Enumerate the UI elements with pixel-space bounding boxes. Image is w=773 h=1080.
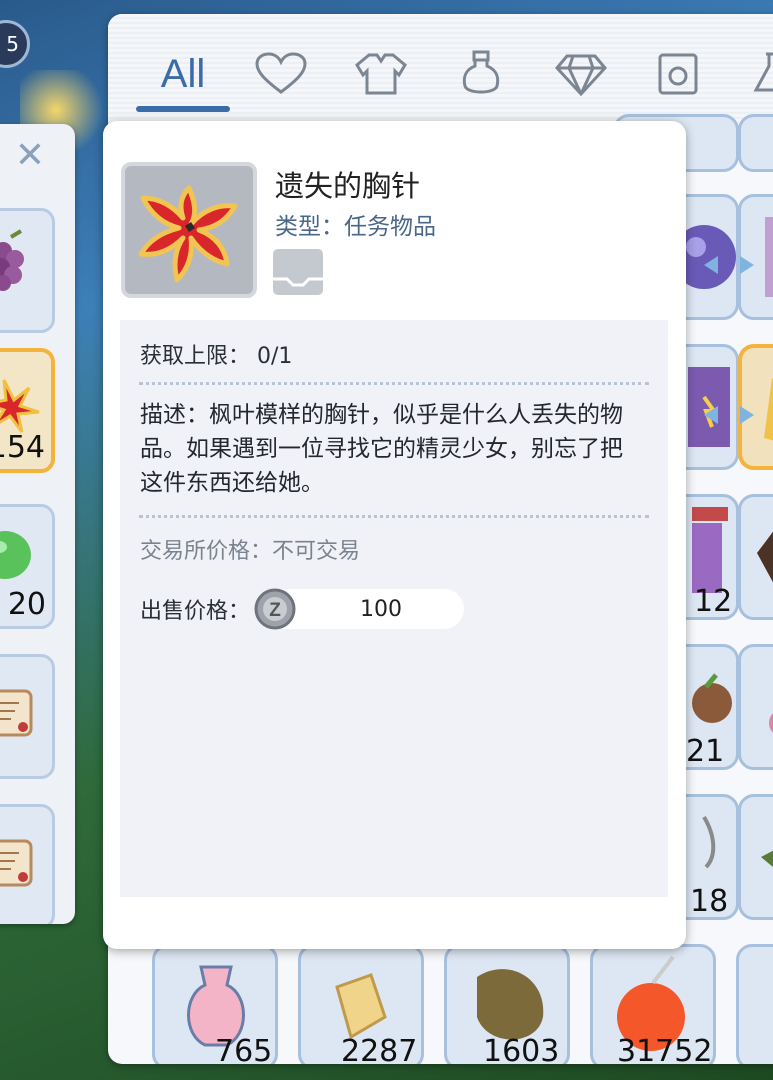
left-slot-scroll[interactable]	[0, 804, 55, 924]
tab-armor[interactable]	[353, 48, 409, 100]
scroll-icon	[0, 839, 33, 887]
inventory-slot[interactable]	[738, 114, 773, 172]
item-name: 遗失的胸针	[275, 169, 421, 203]
flask-icon	[753, 52, 773, 92]
item-detail-body: 获取上限： 0/1 描述：枫叶模样的胸针，似乎是什么人丢失的物品。如果遇到一位寻…	[120, 320, 668, 897]
level-badge: 5	[0, 20, 30, 68]
left-slot-jelly[interactable]: 20	[0, 504, 55, 629]
slot-count: 12	[694, 584, 733, 619]
sell-price-field: Z 100	[254, 588, 465, 630]
tab-active-indicator	[136, 106, 230, 112]
tab-all[interactable]: All	[148, 48, 218, 100]
scroll-left-icon[interactable]	[704, 406, 718, 424]
slot-count: 31752	[617, 1034, 713, 1064]
tab-card[interactable]	[653, 48, 703, 100]
slot-count: 18	[690, 884, 729, 919]
scroll-right-icon[interactable]	[740, 256, 754, 274]
card-icon	[658, 53, 698, 95]
tab-flask[interactable]	[748, 48, 773, 100]
item-detail-popup: 遗失的胸针 类型：任务物品 获取上限： 0/1 描述：枫叶模样的胸针，似乎是什么…	[103, 121, 686, 949]
svg-text:Z: Z	[269, 600, 281, 621]
chocolate-icon	[757, 531, 773, 583]
left-slot-scroll[interactable]	[0, 654, 55, 779]
item-type: 类型：任务物品	[275, 214, 436, 240]
tab-potion[interactable]	[453, 48, 509, 100]
inventory-slot[interactable]: 1603	[444, 944, 570, 1064]
slot-count: 1603	[483, 1034, 560, 1064]
item-icon-frame	[121, 162, 257, 298]
ring-icon	[769, 713, 773, 733]
exchange-price: 交易所价格：不可交易	[140, 539, 361, 564]
left-slot-grape[interactable]	[0, 208, 55, 333]
potion-icon	[462, 50, 500, 94]
armor-icon	[355, 53, 407, 95]
scroll-right-icon[interactable]	[740, 406, 754, 424]
heart-icon	[255, 52, 307, 94]
green-jelly-icon	[0, 531, 31, 579]
inventory-slot[interactable]: 2287	[298, 944, 424, 1064]
inventory-slot[interactable]: 765	[152, 944, 278, 1064]
slot-count: 20	[7, 587, 46, 622]
gem-icon	[555, 54, 607, 96]
slot-count: 2287	[341, 1034, 418, 1064]
inventory-slot[interactable]	[738, 494, 773, 620]
inventory-slot[interactable]	[738, 794, 773, 920]
inventory-slot[interactable]: 31752	[590, 944, 716, 1064]
tab-gem[interactable]	[551, 48, 611, 100]
left-slot-brooch[interactable]: 154	[0, 348, 55, 473]
divider	[139, 515, 649, 518]
zeny-coin-icon: Z	[254, 588, 296, 630]
close-icon[interactable]: ✕	[12, 138, 48, 174]
left-item-panel: ✕ 154 20	[0, 124, 75, 924]
scroll-icon	[0, 689, 33, 737]
tab-heart[interactable]	[253, 48, 309, 100]
item-description: 描述：枫叶模样的胸针，似乎是什么人丢失的物品。如果遇到一位寻找它的精灵少女，别忘…	[140, 402, 623, 496]
grape-icon	[0, 229, 24, 291]
storage-tray-icon	[273, 249, 323, 295]
acquire-limit: 获取上限： 0/1	[140, 344, 293, 369]
slot-count: 21	[686, 734, 725, 769]
brooch-icon	[138, 185, 238, 283]
inventory-slot[interactable]	[738, 644, 773, 770]
divider	[139, 382, 649, 385]
slot-count: 154	[0, 430, 45, 465]
inventory-tabbar: All	[108, 14, 773, 124]
scroll-left-icon[interactable]	[704, 256, 718, 274]
inventory-slot[interactable]	[736, 944, 773, 1064]
herb-icon	[761, 850, 773, 867]
slot-count: 765	[215, 1034, 273, 1064]
sell-price-row: 出售价格： Z 100	[140, 588, 465, 630]
